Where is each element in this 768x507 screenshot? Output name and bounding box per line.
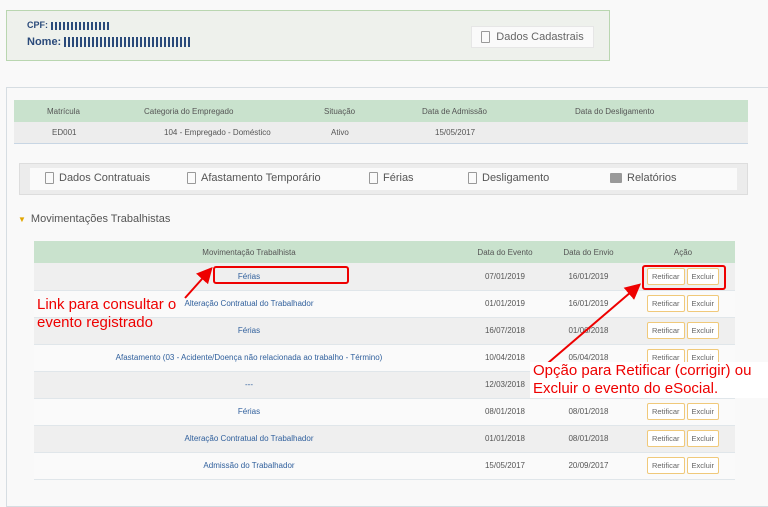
arrow-to-actions bbox=[547, 283, 642, 364]
action-annotation: Opção para Retificar (corrigir) ou Exclui… bbox=[530, 362, 768, 398]
link-annotation-line: evento registrado bbox=[37, 314, 153, 331]
annotation-arrows bbox=[184, 267, 642, 364]
action-annotation-line: Opção para Retificar (corrigir) ou bbox=[533, 362, 752, 379]
link-annotation-line: Link para consultar o bbox=[37, 296, 177, 313]
link-annotation: Link para consultar o evento registrado bbox=[37, 296, 176, 332]
arrow-to-link bbox=[184, 267, 213, 299]
action-annotation-line: Excluir o evento do eSocial. bbox=[533, 380, 719, 397]
